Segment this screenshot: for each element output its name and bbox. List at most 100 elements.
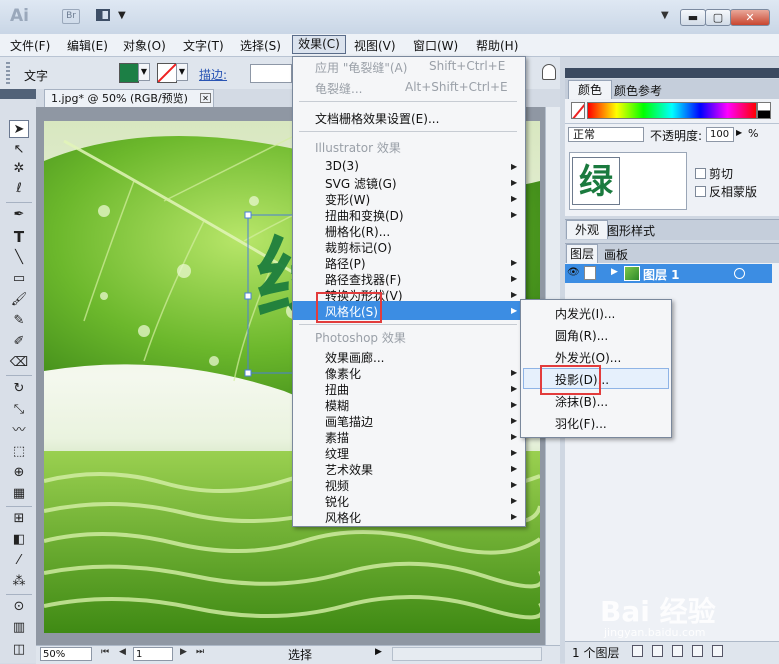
close-icon[interactable]: ✕	[200, 93, 211, 103]
menu-object[interactable]: 对象(O)	[123, 37, 166, 54]
magic-wand-tool-icon[interactable]: ✲	[9, 160, 29, 178]
first-page-icon[interactable]: ⏮	[101, 647, 109, 657]
locate-object-icon[interactable]	[632, 645, 643, 657]
next-page-icon[interactable]: ▶	[180, 647, 187, 657]
effect-item-brush-strokes[interactable]: 画笔描边	[325, 413, 373, 430]
effect-item-warp[interactable]: 变形(W)	[325, 191, 370, 208]
last-page-icon[interactable]: ⏭	[196, 647, 204, 657]
free-transform-tool-icon[interactable]: ⬚	[9, 443, 29, 461]
eyedropper-tool-icon[interactable]: ⁄	[9, 552, 29, 570]
invert-mask-checkbox[interactable]	[695, 186, 706, 197]
fill-color-swatch[interactable]	[119, 63, 139, 83]
effect-item-path[interactable]: 路径(P)	[325, 255, 366, 272]
menu-window[interactable]: 窗口(W)	[413, 37, 458, 54]
chevron-down-icon[interactable]: ▼	[118, 10, 126, 21]
menu-effect[interactable]: 效果(C)	[292, 35, 346, 54]
effect-item-artistic[interactable]: 艺术效果	[325, 461, 373, 478]
gradient-tool-icon[interactable]: ◧	[9, 531, 29, 549]
effect-item-sharpen[interactable]: 锐化	[325, 493, 349, 510]
arrange-documents-icon[interactable]	[96, 9, 110, 21]
tab-graphic-styles[interactable]: 图形样式	[607, 222, 655, 239]
lasso-tool-icon[interactable]: ℓ	[9, 180, 29, 198]
workspace-dropdown-icon[interactable]: ▼	[661, 10, 669, 21]
stylize-scribble[interactable]: 涂抹(B)...	[555, 393, 608, 410]
effect-item-texture[interactable]: 纹理	[325, 445, 349, 462]
minimize-button[interactable]: ▬	[680, 9, 706, 26]
grip-handle[interactable]	[6, 62, 10, 84]
page-field[interactable]: 1	[133, 647, 173, 661]
opacity-dropdown-icon[interactable]: ▶	[736, 128, 742, 137]
none-swatch[interactable]	[571, 102, 585, 119]
zoom-field[interactable]: 50%	[40, 647, 92, 661]
opacity-field[interactable]: 100	[706, 127, 734, 142]
blob-brush-tool-icon[interactable]: ✐	[9, 333, 29, 351]
delete-layer-icon[interactable]	[712, 645, 723, 657]
bridge-button[interactable]: Br	[62, 9, 80, 24]
shape-builder-tool-icon[interactable]: ⊕	[9, 464, 29, 482]
raster-effects-settings-item[interactable]: 文档栅格效果设置(E)...	[315, 110, 439, 127]
stylize-inner-glow[interactable]: 内发光(I)...	[555, 305, 615, 322]
stroke-weight-label[interactable]: 描边:	[199, 66, 227, 83]
menu-help[interactable]: 帮助(H)	[476, 37, 518, 54]
color-spectrum[interactable]	[587, 102, 757, 119]
menu-select[interactable]: 选择(S)	[240, 37, 281, 54]
tab-appearance[interactable]: 外观	[566, 220, 608, 239]
close-button[interactable]: ✕	[730, 9, 770, 26]
direct-selection-tool-icon[interactable]: ↖	[9, 141, 29, 159]
document-tab[interactable]: 1.jpg* @ 50% (RGB/预览)	[44, 89, 214, 107]
stroke-weight-field[interactable]	[250, 64, 292, 83]
make-clipping-mask-icon[interactable]	[652, 645, 663, 657]
tab-artboards[interactable]: 画板	[604, 246, 628, 263]
rotate-tool-icon[interactable]: ↻	[9, 380, 29, 398]
status-menu-icon[interactable]: ▶	[375, 647, 382, 657]
black-white-swatch[interactable]	[757, 102, 771, 119]
layer-target-icon[interactable]	[734, 268, 745, 279]
effect-item-sketch[interactable]: 素描	[325, 429, 349, 446]
maximize-button[interactable]: ▢	[705, 9, 731, 26]
effect-item-pixelate[interactable]: 像素化	[325, 365, 361, 382]
menu-type[interactable]: 文字(T)	[183, 37, 224, 54]
line-tool-icon[interactable]: ╲	[9, 249, 29, 267]
brush-definition-icon[interactable]	[542, 64, 556, 80]
status-text[interactable]: 选择	[288, 646, 312, 663]
clip-checkbox[interactable]	[695, 168, 706, 179]
eraser-tool-icon[interactable]: ⌫	[9, 354, 29, 372]
effect-item-rasterize[interactable]: 栅格化(R)...	[325, 223, 390, 240]
symbol-sprayer-tool-icon[interactable]: ⊙	[9, 598, 29, 616]
pencil-tool-icon[interactable]: ✎	[9, 312, 29, 330]
effect-item-3d[interactable]: 3D(3)	[325, 159, 359, 173]
visibility-eye-icon[interactable]: 👁	[567, 266, 580, 280]
tab-color[interactable]: 颜色	[568, 80, 612, 99]
effect-item-distort-transform[interactable]: 扭曲和变换(D)	[325, 207, 404, 224]
stylize-feather[interactable]: 羽化(F)...	[555, 415, 607, 432]
effect-item-pathfinder[interactable]: 路径查找器(F)	[325, 271, 401, 288]
horizontal-scrollbar[interactable]	[392, 647, 542, 661]
paintbrush-tool-icon[interactable]: 🖌	[9, 291, 29, 309]
stroke-color-swatch[interactable]	[157, 63, 177, 83]
tab-layers[interactable]: 图层	[566, 244, 598, 263]
pen-tool-icon[interactable]: ✒	[9, 206, 29, 224]
stylize-round-corners[interactable]: 圆角(R)...	[555, 327, 608, 344]
menu-file[interactable]: 文件(F)	[10, 37, 50, 54]
mesh-tool-icon[interactable]: ⊞	[9, 510, 29, 528]
scale-tool-icon[interactable]: ⤡	[9, 401, 29, 419]
object-thumbnail[interactable]: 绿	[572, 157, 620, 205]
effect-item-distort[interactable]: 扭曲	[325, 381, 349, 398]
blend-tool-icon[interactable]: ⁂	[9, 573, 29, 591]
tab-color-guide[interactable]: 颜色参考	[614, 82, 662, 99]
new-sublayer-icon[interactable]	[672, 645, 683, 657]
menu-view[interactable]: 视图(V)	[354, 37, 396, 54]
prev-page-icon[interactable]: ◀	[119, 647, 126, 657]
panel-header[interactable]	[565, 68, 779, 78]
warp-tool-icon[interactable]: 〰	[9, 422, 29, 440]
effect-item-crop-marks[interactable]: 裁剪标记(O)	[325, 239, 392, 256]
effect-item-video[interactable]: 视频	[325, 477, 349, 494]
selection-tool-icon[interactable]: ➤	[9, 120, 29, 138]
layer-name[interactable]: 图层 1	[643, 266, 680, 283]
type-tool-icon[interactable]: T	[9, 228, 29, 246]
effect-item-stylize-ps[interactable]: 风格化	[325, 509, 361, 526]
stroke-dropdown-icon[interactable]: ▼	[176, 63, 188, 81]
fill-dropdown-icon[interactable]: ▼	[138, 63, 150, 81]
effect-item-effect-gallery[interactable]: 效果画廊...	[325, 349, 384, 366]
stylize-outer-glow[interactable]: 外发光(O)...	[555, 349, 621, 366]
